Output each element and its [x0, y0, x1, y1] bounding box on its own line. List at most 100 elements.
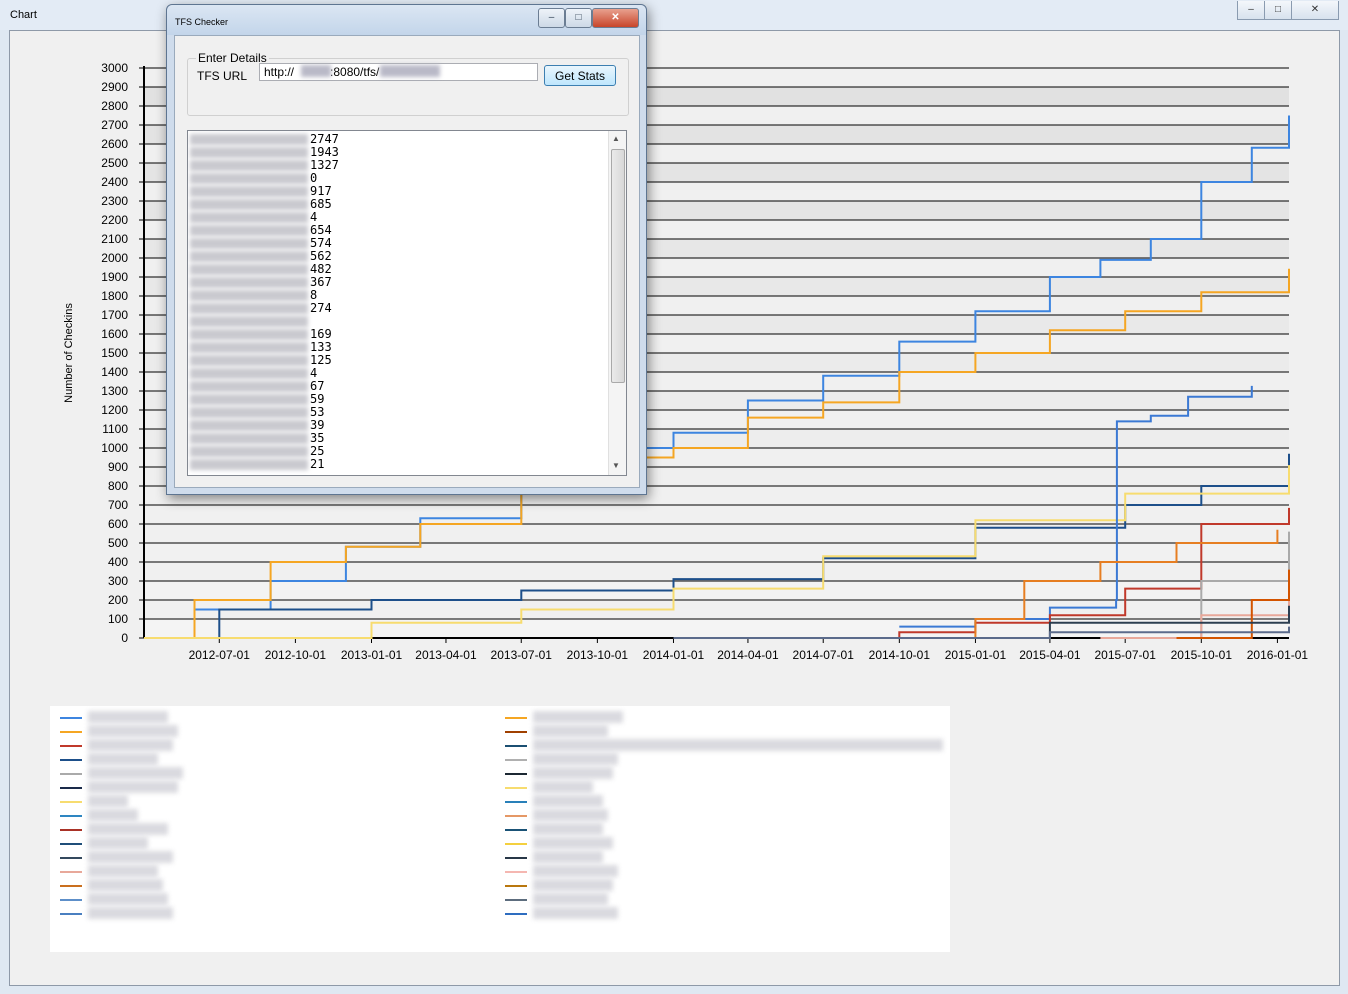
- y-tick-label: 600: [108, 517, 128, 531]
- checkin-count: 2747: [310, 132, 339, 146]
- result-row: 1943: [190, 146, 602, 159]
- x-tick-label: 2014-04-01: [717, 648, 779, 662]
- legend-swatch: [60, 745, 82, 747]
- redacted-user-name: [190, 160, 308, 171]
- legend-swatch: [60, 857, 82, 859]
- checkin-count: 562: [310, 249, 332, 263]
- y-tick-label: 2600: [101, 137, 128, 151]
- y-tick-label: 1300: [101, 384, 128, 398]
- result-row: 169: [190, 328, 602, 341]
- close-button[interactable]: ✕: [592, 8, 639, 28]
- legend-swatch: [60, 717, 82, 719]
- redacted-user-name: [190, 459, 308, 470]
- legend-swatch: [505, 773, 527, 775]
- y-tick-label: 2300: [101, 194, 128, 208]
- redacted-user-name: [190, 238, 308, 249]
- redacted-user-name: [190, 355, 308, 366]
- legend-swatch: [60, 787, 82, 789]
- y-tick-label: 700: [108, 498, 128, 512]
- checkin-count: 8: [310, 288, 318, 302]
- checkin-count: 59: [310, 392, 325, 406]
- checkin-count: 133: [310, 340, 332, 354]
- legend-swatch: [505, 731, 527, 733]
- group-label: Enter Details: [196, 51, 269, 65]
- result-row: [190, 315, 602, 328]
- get-stats-button[interactable]: Get Stats: [544, 65, 616, 86]
- y-tick-label: 100: [108, 612, 128, 626]
- redacted-user-name: [190, 225, 308, 236]
- redacted-user-name: [190, 394, 308, 405]
- redacted-legend-label: [533, 767, 613, 779]
- y-tick-label: 2400: [101, 175, 128, 189]
- y-tick-label: 1000: [101, 441, 128, 455]
- result-row: 39: [190, 419, 602, 432]
- redacted-user-name: [190, 381, 308, 392]
- tfs-checker-dialog: TFS Checker – □ ✕ Enter Details TFS URL …: [166, 4, 647, 495]
- x-tick-label: 2014-01-01: [643, 648, 705, 662]
- redacted-user-name: [190, 329, 308, 340]
- y-tick-label: 2000: [101, 251, 128, 265]
- results-list: 2747 1943 1327 0 917 685 4 654 574 562 482 367 8 274 1…: [190, 133, 602, 471]
- results-textbox[interactable]: 2747 1943 1327 0 917 685 4 654 574 562 482 367 8 274 1…: [187, 130, 627, 476]
- y-tick-label: 1100: [102, 422, 128, 436]
- result-row: 685: [190, 198, 602, 211]
- redacted-legend-label: [88, 851, 173, 863]
- redacted-user-name: [190, 212, 308, 223]
- checkin-count: 25: [310, 444, 325, 458]
- result-row: 4: [190, 367, 602, 380]
- scroll-thumb[interactable]: [611, 149, 625, 383]
- redacted-host: [301, 65, 331, 77]
- x-tick-label: 2015-10-01: [1171, 648, 1233, 662]
- redacted-collection: [380, 65, 440, 77]
- y-axis-label: Number of Checkins: [63, 303, 75, 403]
- y-tick-label: 1400: [101, 365, 128, 379]
- x-tick-label: 2015-07-01: [1094, 648, 1156, 662]
- x-tick-label: 2013-10-01: [567, 648, 629, 662]
- legend-swatch: [60, 731, 82, 733]
- redacted-legend-label: [88, 837, 148, 849]
- checkin-count: 4: [310, 366, 318, 380]
- x-tick-label: 2014-10-01: [869, 648, 931, 662]
- checkin-count: 1327: [310, 158, 339, 172]
- checkin-count: 917: [310, 184, 332, 198]
- x-tick-label: 2013-04-01: [415, 648, 477, 662]
- legend-swatch: [60, 801, 82, 803]
- redacted-legend-label: [88, 753, 158, 765]
- results-scrollbar[interactable]: ▲ ▼: [608, 131, 626, 475]
- legend-swatch: [60, 913, 82, 915]
- legend-swatch: [505, 815, 527, 817]
- redacted-user-name: [190, 446, 308, 457]
- redacted-user-name: [190, 134, 308, 145]
- checkin-count: 67: [310, 379, 325, 393]
- scroll-up-icon[interactable]: ▲: [612, 134, 620, 143]
- checkin-count: 0: [310, 171, 318, 185]
- checkin-count: 654: [310, 223, 332, 237]
- redacted-user-name: [190, 433, 308, 444]
- legend-swatch: [505, 843, 527, 845]
- result-row: 0: [190, 172, 602, 185]
- x-tick-label: 2015-04-01: [1019, 648, 1081, 662]
- redacted-legend-label: [88, 865, 158, 877]
- legend-swatch: [505, 857, 527, 859]
- y-tick-label: 2500: [101, 156, 128, 170]
- checkin-count: 367: [310, 275, 332, 289]
- y-tick-label: 300: [108, 574, 128, 588]
- x-tick-label: 2013-07-01: [491, 648, 553, 662]
- redacted-legend-label: [533, 879, 613, 891]
- y-tick-label: 2800: [101, 99, 128, 113]
- maximize-button[interactable]: □: [565, 8, 592, 28]
- minimize-button[interactable]: –: [538, 8, 565, 28]
- legend-swatch: [505, 913, 527, 915]
- scroll-down-icon[interactable]: ▼: [612, 461, 620, 470]
- result-row: 125: [190, 354, 602, 367]
- result-row: 67: [190, 380, 602, 393]
- redacted-legend-label: [533, 851, 603, 863]
- redacted-legend-label: [533, 725, 608, 737]
- result-row: 917: [190, 185, 602, 198]
- redacted-user-name: [190, 290, 308, 301]
- redacted-legend-label: [88, 795, 128, 807]
- y-tick-label: 2100: [101, 232, 128, 246]
- redacted-user-name: [190, 277, 308, 288]
- redacted-legend-label: [88, 781, 178, 793]
- x-tick-label: 2014-07-01: [793, 648, 855, 662]
